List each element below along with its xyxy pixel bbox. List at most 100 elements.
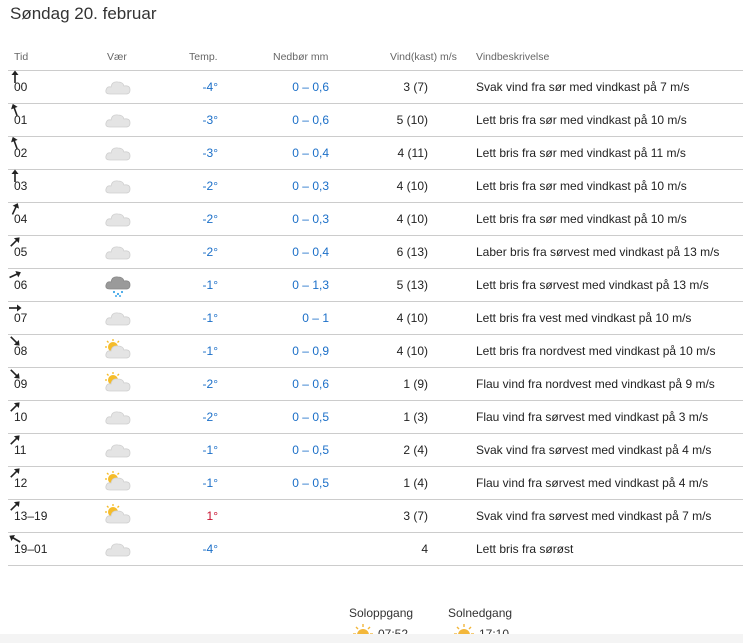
temperature-cell: -1° [202,443,218,457]
snow-cloud-icon [104,273,132,297]
time-cell: 10 [14,410,28,424]
wind-description-cell: Lett bris fra nordvest med vindkast på 1… [476,344,716,358]
wind-cell: 4 (10) [396,311,428,325]
temperature-cell: -4° [202,80,218,94]
table-row: 13–19 1° 3 (7) Svak vind fra sørvest med vi… [8,499,743,533]
wind-description-cell: Lett bris fra sør med vindkast på 11 m/s [476,146,686,160]
table-row: 10 -2° 0 – 0,5 1 (3) Flau vind fra sørvest m… [8,400,743,434]
header-vaer: Vær [107,51,127,63]
table-row: 07 -1° 0 – 1 4 (10) Lett bris fra vest med v… [8,301,743,335]
time-cell: 12 [14,476,28,490]
cloud-icon [104,174,132,196]
temperature-cell: -2° [202,212,218,226]
wind-cell: 4 (10) [396,179,428,193]
wind-cell: 5 (10) [396,113,428,127]
wind-cell: 2 (4) [403,443,428,457]
page-title: Søndag 20. februar [10,4,157,23]
time-cell: 19–01 [14,542,48,556]
table-row: 06 -1° 0 – 1,3 5 (13) Lett bris fra sørvest … [8,268,743,302]
table-row: 19–01 -4° 4 Lett bris fra sørøst [8,532,743,566]
precipitation-cell: 0 – 0,3 [292,179,329,193]
cloud-icon [104,438,132,460]
time-cell: 04 [14,212,28,226]
precipitation-cell: 0 – 0,5 [292,443,329,457]
wind-cell: 1 (4) [403,476,428,490]
table-row: 00 -4° 0 – 0,6 3 (7) Svak vind fra sør med v… [8,70,743,104]
wind-description-cell: Lett bris fra sør med vindkast på 10 m/s [476,113,687,127]
precipitation-cell: 0 – 0,5 [292,410,329,424]
table-row: 08 -1° 0 – 0,9 4 (10) Lett bris fra nordvest… [8,334,743,368]
wind-description-cell: Lett bris fra sør med vindkast på 10 m/s [476,212,687,226]
header-tid: Tid [14,51,29,63]
temperature-cell: -2° [202,377,218,391]
wind-cell: 4 (10) [396,212,428,226]
time-cell: 01 [14,113,28,127]
wind-description-cell: Flau vind fra sørvest med vindkast på 3 … [476,410,709,424]
precipitation-cell: 0 – 0,5 [292,476,329,490]
time-cell: 07 [14,311,28,325]
wind-description-cell: Lett bris fra sør med vindkast på 10 m/s [476,179,687,193]
temperature-cell: -2° [202,410,218,424]
temperature-cell: -2° [202,179,218,193]
partly-cloudy-icon [104,372,132,394]
table-row: 01 -3° 0 – 0,6 5 (10) Lett bris fra sør med … [8,103,743,137]
precipitation-cell: 0 – 0,4 [292,245,329,259]
temperature-cell: -1° [202,311,218,325]
table-row: 02 -3° 0 – 0,4 4 (11) Lett bris fra sør med … [8,136,743,170]
table-row: 05 -2° 0 – 0,4 6 (13) Laber bris fra sørvest… [8,235,743,269]
header-vind: Vind(kast) m/s [390,51,457,63]
footer-bar [0,634,743,643]
wind-cell: 4 [421,542,428,556]
wind-description-cell: Svak vind fra sørvest med vindkast på 4 … [476,443,712,457]
wind-description-cell: Flau vind fra nordvest med vindkast på 9… [476,377,715,391]
cloud-icon [104,75,132,97]
cloud-icon [104,108,132,130]
wind-cell: 5 (13) [396,278,428,292]
sunset-label: Solnedgang [448,606,513,620]
wind-description-cell: Flau vind fra sørvest med vindkast på 4 … [476,476,709,490]
precipitation-cell: 0 – 0,6 [292,377,329,391]
header-nedbor: Nedbør mm [273,51,329,63]
cloud-icon [104,207,132,229]
time-cell: 02 [14,146,28,160]
cloud-icon [104,405,132,427]
precipitation-cell: 0 – 1,3 [292,278,329,292]
temperature-cell: -4° [202,542,218,556]
temperature-cell: -1° [202,344,218,358]
wind-description-cell: Laber bris fra sørvest med vindkast på 1… [476,245,720,259]
wind-description-cell: Lett bris fra sørøst [476,542,574,556]
table-row: 12 -1° 0 – 0,5 1 (4) Flau vind fra sørvest m… [8,466,743,500]
precipitation-cell: 0 – 0,4 [292,146,329,160]
temperature-cell: 1° [206,509,218,523]
temperature-cell: -1° [202,476,218,490]
wind-cell: 4 (11) [397,146,428,160]
partly-cloudy-icon [104,339,132,361]
wind-description-cell: Lett bris fra sørvest med vindkast på 13… [476,278,709,292]
time-cell: 11 [14,443,27,457]
table-row: 04 -2° 0 – 0,3 4 (10) Lett bris fra sør med … [8,202,743,236]
precipitation-cell: 0 – 1 [302,311,329,325]
wind-cell: 1 (9) [403,377,428,391]
wind-description-cell: Svak vind fra sør med vindkast på 7 m/s [476,80,690,94]
table-header: Tid Vær Temp. Nedbør mm Vind(kast) m/s V… [8,44,743,71]
partly-cloudy-icon [104,471,132,493]
header-temp: Temp. [189,51,218,63]
time-cell: 05 [14,245,28,259]
time-cell: 03 [14,179,28,193]
wind-cell: 4 (10) [396,344,428,358]
wind-description-cell: Svak vind fra sørvest med vindkast på 7 … [476,509,712,523]
temperature-cell: -3° [202,113,218,127]
time-cell: 06 [14,278,28,292]
wind-cell: 3 (7) [403,509,428,523]
precipitation-cell: 0 – 0,9 [292,344,329,358]
precipitation-cell: 0 – 0,6 [292,113,329,127]
time-cell: 00 [14,80,28,94]
time-cell: 08 [14,344,28,358]
precipitation-cell: 0 – 0,3 [292,212,329,226]
partly-cloudy-icon [104,504,132,526]
precipitation-cell: 0 – 0,6 [292,80,329,94]
time-cell: 09 [14,377,28,391]
cloud-icon [104,537,132,559]
wind-description-cell: Lett bris fra vest med vindkast på 10 m/… [476,311,692,325]
header-beskrivelse: Vindbeskrivelse [476,51,550,63]
